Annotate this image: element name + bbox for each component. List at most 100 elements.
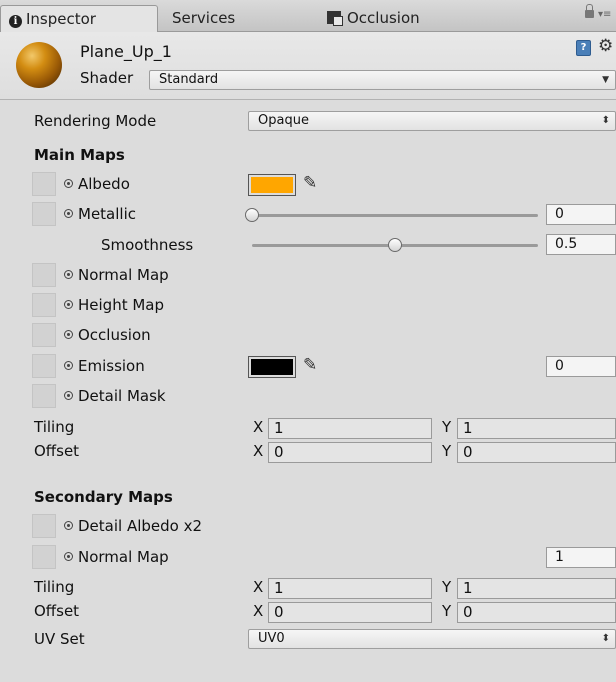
texture-picker-icon[interactable] [64,552,73,561]
shader-dropdown[interactable]: Standard ▼ [149,70,616,90]
smoothness-value-field[interactable]: 0.5 [546,234,616,255]
secondary-tiling-y-axis: Y [442,578,452,596]
texture-picker-icon[interactable] [64,361,73,370]
secondary-normal-label: Normal Map [64,548,169,566]
metallic-slider-track[interactable] [252,214,538,217]
secondary-normal-texture-slot[interactable] [32,545,56,569]
secondary-offset-y-field[interactable]: 0 [457,602,616,623]
secondary-tiling-label: Tiling [34,578,75,596]
main-offset-y-axis: Y [442,442,452,460]
tab-inspector[interactable]: i Inspector [0,5,158,32]
smoothness-slider-thumb[interactable] [388,238,402,252]
detail-mask-label: Detail Mask [64,387,166,405]
tab-services[interactable]: Services [172,5,235,32]
lock-icon[interactable] [585,4,594,18]
main-offset-x-field[interactable]: 0 [268,442,432,463]
normal-map-texture-slot[interactable] [32,263,56,287]
tab-menu-icon[interactable]: ▾≡ [598,9,611,20]
secondary-offset-y-axis: Y [442,602,452,620]
updown-arrow-icon: ⬍ [601,115,610,126]
metallic-label-text: Metallic [78,205,136,223]
material-header: Plane_Up_1 ? ⚙ Shader Standard ▼ [0,32,616,100]
height-map-texture-slot[interactable] [32,293,56,317]
secondary-offset-x-field[interactable]: 0 [268,602,432,623]
occlusion-label: Occlusion [64,326,151,344]
texture-picker-icon[interactable] [64,330,73,339]
secondary-offset-x-axis: X [253,602,264,620]
albedo-color-swatch[interactable] [248,174,296,196]
texture-picker-icon[interactable] [64,209,73,218]
albedo-label: Albedo [64,175,130,193]
albedo-texture-slot[interactable] [32,172,56,196]
tab-services-label: Services [172,9,236,27]
albedo-color-fill [251,177,293,193]
detail-albedo-label-text: Detail Albedo x2 [78,517,203,535]
secondary-normal-value-field[interactable]: 1 [546,547,616,568]
shader-label: Shader [80,69,134,87]
shader-value: Standard [159,72,219,87]
normal-map-label: Normal Map [64,266,169,284]
normal-map-label-text: Normal Map [78,266,169,284]
detail-albedo-texture-slot[interactable] [32,514,56,538]
main-maps-heading: Main Maps [34,146,125,164]
emission-label: Emission [64,357,145,375]
height-map-label: Height Map [64,296,164,314]
detail-albedo-label: Detail Albedo x2 [64,517,202,535]
emission-value-field[interactable]: 0 [546,356,616,377]
chevron-down-icon: ▼ [602,75,609,85]
uv-set-dropdown[interactable]: UV0 ⬍ [248,629,616,649]
metallic-texture-slot[interactable] [32,202,56,226]
texture-picker-icon[interactable] [64,521,73,530]
object-name: Plane_Up_1 [80,42,172,61]
rendering-mode-value: Opaque [258,113,309,128]
metallic-value-field[interactable]: 0 [546,204,616,225]
material-preview-sphere [16,42,62,88]
main-tiling-x-field[interactable]: 1 [268,418,432,439]
updown-arrow-icon: ⬍ [601,633,610,644]
main-tiling-x-axis: X [253,418,264,436]
gear-icon[interactable]: ⚙ [598,36,613,56]
secondary-offset-label: Offset [34,602,80,620]
albedo-label-text: Albedo [78,175,130,193]
secondary-maps-heading: Secondary Maps [34,488,173,506]
secondary-tiling-x-field[interactable]: 1 [268,578,432,599]
texture-picker-icon[interactable] [64,391,73,400]
texture-picker-icon[interactable] [64,300,73,309]
eyedropper-icon[interactable]: ✎ [303,173,317,193]
emission-color-swatch[interactable] [248,356,296,378]
uv-set-label: UV Set [34,630,85,648]
smoothness-label: Smoothness [101,236,194,254]
detail-mask-texture-slot[interactable] [32,384,56,408]
emission-label-text: Emission [78,357,145,375]
secondary-tiling-x-axis: X [253,578,264,596]
main-offset-y-field[interactable]: 0 [457,442,616,463]
rendering-mode-label: Rendering Mode [34,112,157,130]
tab-bar: i Inspector Services Occlusion ▾≡ [0,0,616,32]
emission-color-fill [251,359,293,375]
secondary-normal-label-text: Normal Map [78,548,169,566]
emission-texture-slot[interactable] [32,354,56,378]
occlusion-label-text: Occlusion [78,326,151,344]
texture-picker-icon[interactable] [64,270,73,279]
tab-inspector-label: Inspector [26,10,96,28]
main-tiling-y-axis: Y [442,418,452,436]
main-offset-label: Offset [34,442,80,460]
eyedropper-icon[interactable]: ✎ [303,355,317,375]
tab-occlusion[interactable]: Occlusion [327,5,420,32]
occlusion-texture-slot[interactable] [32,323,56,347]
height-map-label-text: Height Map [78,296,165,314]
metallic-label: Metallic [64,205,136,223]
metallic-slider-thumb[interactable] [245,208,259,222]
uv-set-value: UV0 [258,631,285,646]
tab-occlusion-label: Occlusion [347,9,420,27]
detail-mask-label-text: Detail Mask [78,387,166,405]
secondary-tiling-y-field[interactable]: 1 [457,578,616,599]
main-tiling-y-field[interactable]: 1 [457,418,616,439]
occlusion-icon [327,11,343,26]
main-offset-x-axis: X [253,442,264,460]
texture-picker-icon[interactable] [64,179,73,188]
rendering-mode-dropdown[interactable]: Opaque ⬍ [248,111,616,131]
help-book-icon[interactable]: ? [576,40,591,56]
info-icon: i [9,15,22,28]
main-tiling-label: Tiling [34,418,75,436]
